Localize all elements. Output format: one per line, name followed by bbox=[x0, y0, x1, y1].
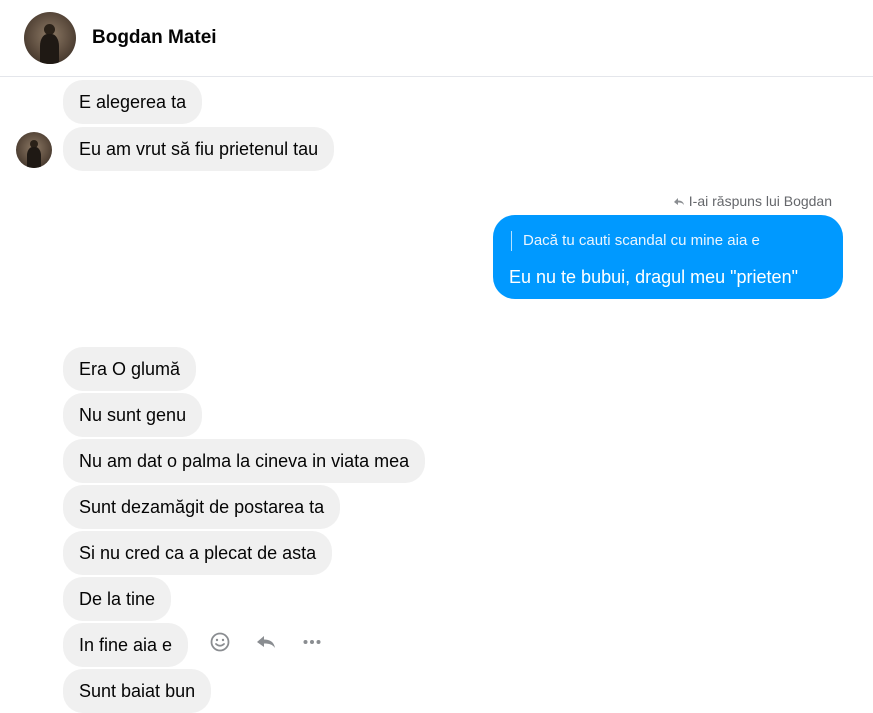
message-bubble[interactable]: De la tine bbox=[63, 577, 172, 621]
avatar-body bbox=[40, 34, 59, 64]
sent-message-text: Eu nu te bubui, dragul meu "prieten" bbox=[509, 267, 798, 287]
message-bubble[interactable]: Eu am vrut să fiu prietenul tau bbox=[63, 127, 335, 171]
conversation-header: Bogdan Matei bbox=[0, 0, 873, 77]
more-icon[interactable] bbox=[300, 630, 324, 654]
sent-reply-bubble[interactable]: Dacă tu cauti scandal cu mine aia e Eu n… bbox=[493, 215, 843, 299]
message-bubble[interactable]: Sunt dezamăgit de postarea ta bbox=[63, 485, 341, 529]
message-bubble[interactable]: In fine aia e bbox=[63, 623, 189, 667]
message-actions bbox=[208, 630, 324, 654]
message-bubble[interactable]: Era O glumă bbox=[63, 347, 197, 391]
reply-note-text: I-ai răspuns lui Bogdan bbox=[688, 193, 832, 209]
reply-arrow-icon bbox=[673, 198, 684, 205]
message-bubble[interactable]: E alegerea ta bbox=[63, 80, 203, 124]
contact-avatar[interactable] bbox=[24, 12, 76, 64]
message-bubble[interactable]: Sunt baiat bun bbox=[63, 669, 212, 713]
sender-avatar[interactable] bbox=[16, 132, 52, 168]
message-bubble[interactable]: Nu sunt genu bbox=[63, 393, 203, 437]
reply-icon[interactable] bbox=[254, 630, 278, 654]
contact-name[interactable]: Bogdan Matei bbox=[92, 27, 217, 49]
avatar-body bbox=[27, 147, 41, 168]
emoji-icon[interactable] bbox=[208, 630, 232, 654]
quote-divider bbox=[511, 231, 512, 251]
message-bubble[interactable]: Si nu cred ca a plecat de asta bbox=[63, 531, 333, 575]
reply-note: I-ai răspuns lui Bogdan bbox=[673, 193, 832, 209]
message-bubble[interactable]: Nu am dat o palma la cineva in viata mea bbox=[63, 439, 426, 483]
quoted-message[interactable]: Dacă tu cauti scandal cu mine aia e bbox=[523, 232, 760, 249]
